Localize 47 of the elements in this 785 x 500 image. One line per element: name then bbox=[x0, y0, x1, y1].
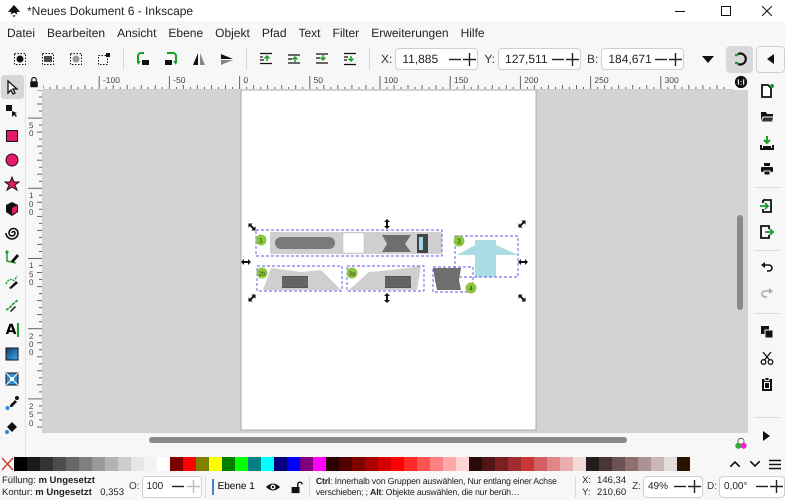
field-label: Z: bbox=[632, 481, 641, 492]
menu-item[interactable]: Filter bbox=[326, 26, 366, 40]
field-label: Y: bbox=[582, 486, 592, 498]
stroke-width: 0,353 bbox=[100, 486, 124, 498]
field-label: X: bbox=[582, 474, 592, 486]
ruler-label: -50 bbox=[173, 75, 186, 85]
ruler-label: 150 bbox=[454, 75, 468, 85]
text-tool-button[interactable]: A bbox=[0, 318, 24, 342]
number-field[interactable]: 49% bbox=[643, 476, 703, 498]
number-field[interactable]: 127,511 bbox=[498, 48, 582, 70]
ruler-label: 50 bbox=[28, 122, 34, 139]
cursor-x-value: 146,34 bbox=[597, 474, 626, 486]
field-label: Y: bbox=[484, 52, 496, 66]
menu-item[interactable]: Bearbeiten bbox=[41, 26, 112, 40]
menu-item[interactable]: Pfad bbox=[256, 26, 292, 40]
ruler-label: 100 bbox=[28, 192, 34, 218]
ruler-label: 300 bbox=[664, 75, 679, 85]
cursor-y-value: 210,60 bbox=[597, 486, 626, 498]
ruler-label: 50 bbox=[314, 75, 324, 85]
ruler-label: 250 bbox=[28, 402, 34, 428]
field-label: X: bbox=[381, 52, 392, 66]
fill-indicator: Füllung: m Ungesetzt bbox=[2, 474, 95, 486]
layer-dropdown[interactable]: Ebene 1 bbox=[212, 478, 259, 494]
menu-item[interactable]: Datei bbox=[1, 26, 42, 40]
menu-item[interactable]: Text bbox=[292, 26, 327, 40]
ruler-label: 0 bbox=[243, 75, 248, 85]
ruler-label: 200 bbox=[524, 75, 538, 85]
menu-item[interactable]: Objekt bbox=[209, 26, 256, 40]
status-message: Ctrl: Innerhalb von Gruppen auswählen, Nur entlang einer Achse verschieben; ; Alt: Objekte auswählen, die nur berüh… bbox=[316, 476, 558, 498]
menu-item[interactable]: Ansicht bbox=[111, 26, 162, 40]
field-label: O: bbox=[129, 481, 140, 492]
number-field[interactable]: 11,885 bbox=[395, 48, 478, 70]
ruler-label: -100 bbox=[102, 75, 120, 85]
number-field[interactable]: 184,671 bbox=[601, 48, 684, 70]
field-label: D: bbox=[707, 481, 717, 492]
number-field[interactable]: 0,00° bbox=[719, 476, 785, 498]
number-field[interactable]: 100 bbox=[142, 476, 202, 498]
ruler-label: 200 bbox=[28, 332, 34, 358]
field-label: B: bbox=[587, 52, 598, 66]
ruler-label: 100 bbox=[384, 75, 398, 85]
window-title: *Neues Dokument 6 - Inkscape bbox=[27, 4, 194, 18]
stroke-indicator: Kontur: m Ungesetzt bbox=[2, 486, 92, 498]
ruler-label: 250 bbox=[594, 75, 609, 85]
menu-item[interactable]: Hilfe bbox=[454, 26, 491, 40]
ruler-label: 150 bbox=[28, 262, 34, 288]
menu-item[interactable]: Ebene bbox=[162, 26, 210, 40]
menu-item[interactable]: Erweiterungen bbox=[365, 26, 455, 40]
